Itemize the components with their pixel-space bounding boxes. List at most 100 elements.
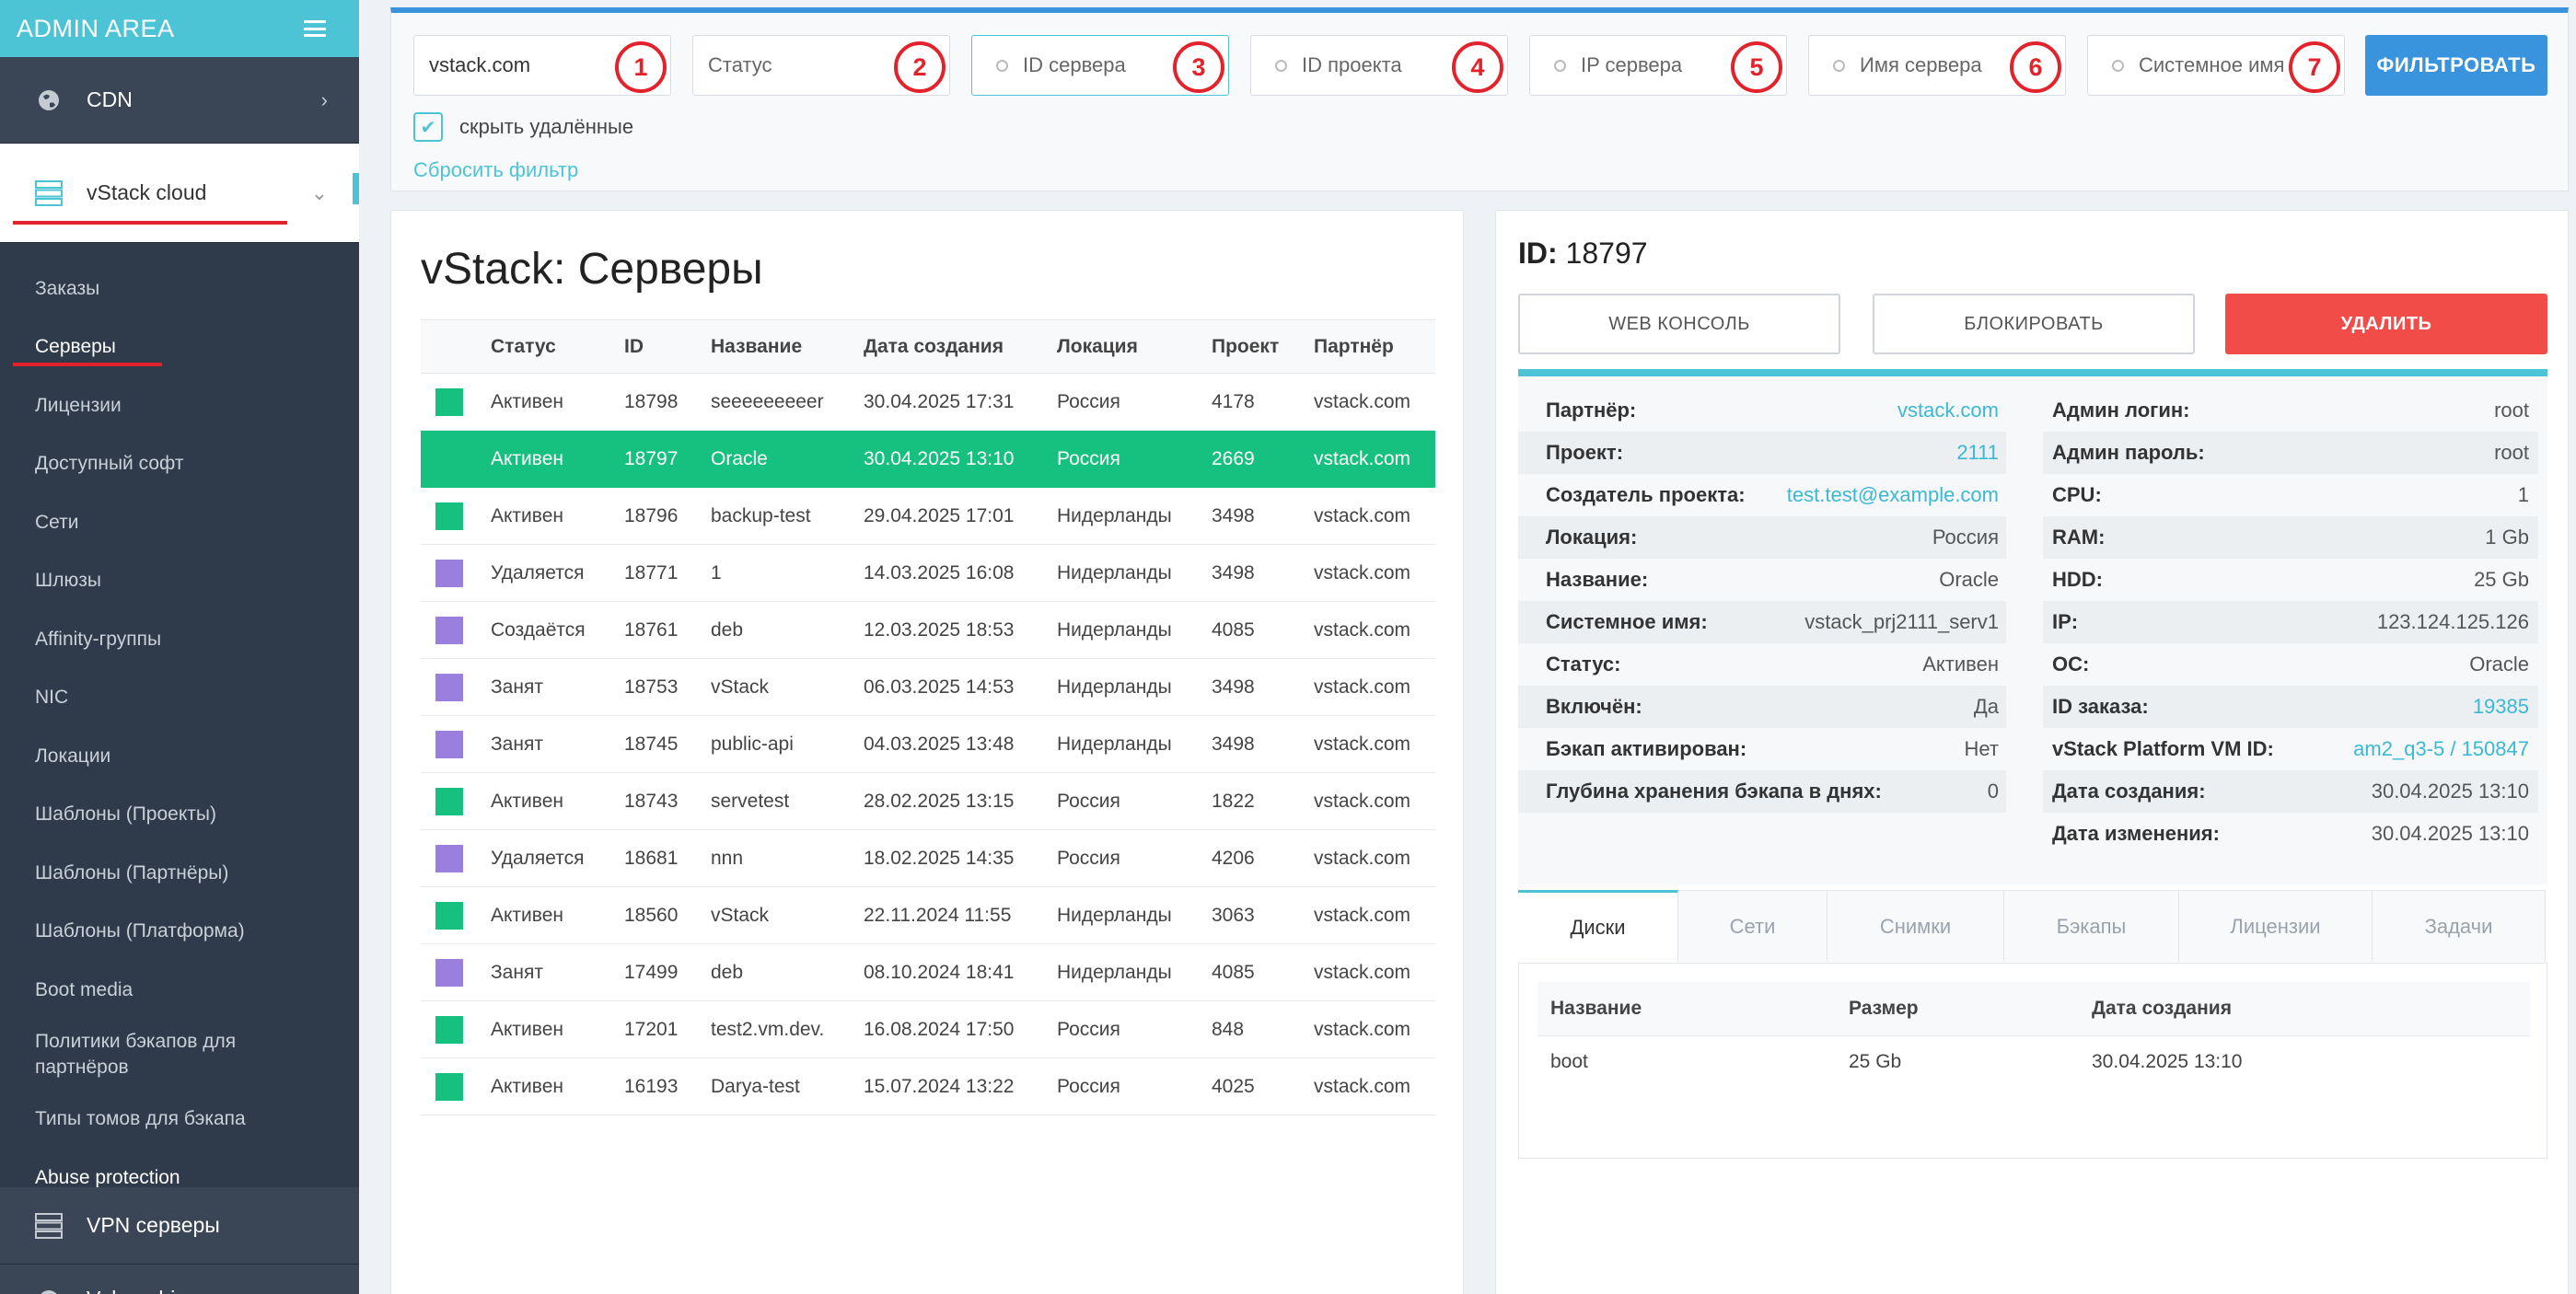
web-console-button[interactable]: WEB КОНСОЛЬ	[1518, 294, 1840, 354]
tab-4[interactable]: Лицензии	[2179, 890, 2373, 962]
detail-row: Локация: Россия	[1518, 516, 2006, 559]
sidebar-item[interactable]: NIC	[0, 669, 359, 728]
detail-row: Статус: Активен	[1518, 643, 2006, 686]
column-header[interactable]: Проект	[1197, 319, 1299, 374]
hide-deleted-label: скрыть удалённые	[459, 115, 634, 138]
cell-project: 4025	[1197, 1057, 1299, 1115]
column-header[interactable]: Партнёр	[1299, 319, 1435, 374]
detail-link[interactable]: vstack.com	[1897, 399, 1999, 422]
sidebar-item[interactable]: Boot media	[0, 961, 359, 1020]
tab-0[interactable]: Диски	[1518, 890, 1678, 962]
sidebar-item[interactable]: Шаблоны (Партнёры)	[0, 844, 359, 903]
annotation-badge: 3	[1173, 41, 1224, 93]
tab-3[interactable]: Бэкапы	[2004, 890, 2179, 962]
sidebar-menu: Заказы Серверы Лицензии Доступный софт Сети Ш…	[0, 243, 359, 1207]
table-row[interactable]: Активен 18796 backup-test 29.04.2025 17:01 Н…	[421, 487, 1435, 545]
cell-location: Нидерланды	[1042, 601, 1197, 659]
sidebar-item[interactable]: Шлюзы	[0, 552, 359, 611]
detail-link[interactable]: test.test@example.com	[1787, 483, 1999, 507]
sidebar-item-label: Политики бэкапов для партнёров	[35, 1031, 237, 1078]
detail-value: Россия	[1932, 526, 1999, 549]
table-row[interactable]: Занят 17499 deb 08.10.2024 18:41 Нидерланды 4…	[421, 943, 1435, 1001]
table-row[interactable]: Занят 18745 public-api 04.03.2025 13:48 Ниде…	[421, 715, 1435, 773]
hamburger-icon[interactable]	[304, 20, 326, 37]
detail-row: IP: 123.124.125.126	[2043, 601, 2538, 643]
globe-icon	[35, 87, 63, 114]
sidebar-item[interactable]: Шаблоны (Проекты)	[0, 786, 359, 845]
tab-5[interactable]: Задачи	[2373, 890, 2546, 962]
detail-link[interactable]: 2111	[1956, 441, 1999, 465]
reset-filter-link[interactable]: Сбросить фильтр	[413, 158, 578, 182]
detail-key: Название:	[1546, 568, 1649, 591]
details-right-column: Админ логин: root Админ пароль: root CPU: 1 RA…	[2043, 389, 2538, 855]
server-ip-filter-input[interactable]: IP сервера 5	[1529, 35, 1787, 96]
details-grid: Партнёр: vstack.com Проект: 2111 Создатель п…	[1518, 369, 2547, 884]
detail-row: Создатель проекта: test.test@example.com	[1518, 474, 2006, 516]
sidebar-item[interactable]: Локации	[0, 727, 359, 786]
server-details-panel: ID: 18797 WEB КОНСОЛЬ БЛОКИРОВАТЬ УДАЛИТ…	[1495, 210, 2569, 1294]
table-row[interactable]: Удаляется 18681 nnn 18.02.2025 14:35 Россия 4…	[421, 829, 1435, 887]
hide-deleted-checkbox[interactable]: ✔	[413, 112, 443, 142]
column-header[interactable]: Локация	[1042, 319, 1197, 374]
cell-created: 14.03.2025 16:08	[849, 544, 1042, 602]
cell-id: 18771	[609, 544, 696, 602]
column-header[interactable]: Название	[696, 319, 849, 374]
table-row[interactable]: Активен 18743 servetest 28.02.2025 13:15 Рос…	[421, 772, 1435, 830]
server-name-placeholder: Имя сервера	[1860, 53, 1982, 76]
table-row[interactable]: boot 25 Gb 30.04.2025 13:10	[1537, 1035, 2530, 1089]
detail-row: CPU: 1	[2043, 474, 2538, 516]
sidebar-section-partial[interactable]: Vulnerabi...	[0, 1265, 359, 1294]
status-filter-select[interactable]: Статус 2	[692, 35, 950, 96]
table-row[interactable]: Активен 18797 Oracle 30.04.2025 13:10 Россия…	[421, 430, 1435, 488]
server-ip-placeholder: IP сервера	[1581, 53, 1683, 76]
status-color-cell	[421, 943, 476, 1001]
table-row[interactable]: Активен 17201 test2.vm.dev. 16.08.2024 17:5…	[421, 1000, 1435, 1058]
cell-project: 3498	[1197, 544, 1299, 602]
sidebar-item[interactable]: Лицензии	[0, 376, 359, 435]
block-button[interactable]: БЛОКИРОВАТЬ	[1873, 294, 2195, 354]
column-header[interactable]: ID	[609, 319, 696, 374]
server-id-filter-input[interactable]: ID сервера 3	[971, 35, 1229, 96]
project-id-filter-input[interactable]: ID проекта 4	[1250, 35, 1508, 96]
cell-status: Удаляется	[476, 544, 609, 602]
cell-status: Активен	[476, 373, 609, 431]
sidebar-item[interactable]: Типы томов для бэкапа	[0, 1091, 359, 1150]
table-row[interactable]: Активен 18560 vStack 22.11.2024 11:55 Нидерл…	[421, 886, 1435, 944]
column-header[interactable]: Дата создания	[849, 319, 1042, 374]
cell-project: 3063	[1197, 886, 1299, 944]
sidebar-section-vpn[interactable]: VPN серверы	[0, 1187, 359, 1265]
sidebar-item[interactable]: Сети	[0, 493, 359, 552]
detail-link[interactable]: 19385	[2473, 695, 2529, 719]
filter-button[interactable]: ФИЛЬТРОВАТЬ	[2365, 35, 2547, 96]
sidebar-section-cdn[interactable]: CDN ›	[0, 57, 359, 144]
partner-filter-input[interactable]: vstack.com 1	[413, 35, 671, 96]
sidebar-item[interactable]: Политики бэкапов для партнёров	[0, 1020, 359, 1091]
column-header[interactable]: Статус	[476, 319, 609, 374]
detail-row: Админ логин: root	[2043, 389, 2538, 432]
status-filter-value: Статус	[708, 53, 772, 76]
sidebar-item[interactable]: Заказы	[0, 260, 359, 318]
delete-button[interactable]: УДАЛИТЬ	[2225, 294, 2547, 354]
table-row[interactable]: Создаётся 18761 deb 12.03.2025 18:53 Нидерла…	[421, 601, 1435, 659]
sidebar-item[interactable]: Шаблоны (Платформа)	[0, 903, 359, 962]
tab-2[interactable]: Снимки	[1828, 890, 2004, 962]
detail-key: Проект:	[1546, 441, 1624, 464]
table-row[interactable]: Активен 18798 seeeeeeeeer 30.04.2025 17:31 Р…	[421, 373, 1435, 431]
table-row[interactable]: Активен 16193 Darya-test 15.07.2024 13:22 Ро…	[421, 1057, 1435, 1115]
sidebar-item[interactable]: Доступный софт	[0, 435, 359, 494]
table-row[interactable]: Удаляется 18771 1 14.03.2025 16:08 Нидерланд…	[421, 544, 1435, 602]
detail-key: Дата изменения:	[2052, 822, 2220, 845]
table-row[interactable]: Занят 18753 vStack 06.03.2025 14:53 Нидерлан…	[421, 658, 1435, 716]
sidebar-section-vstack[interactable]: vStack cloud ⌄	[0, 144, 359, 243]
sidebar-item[interactable]: Affinity-группы	[0, 610, 359, 669]
cell-project: 4085	[1197, 943, 1299, 1001]
status-color-swatch	[435, 1072, 463, 1101]
detail-link[interactable]: am2_q3-5 / 150847	[2353, 737, 2529, 761]
detail-row: Включён: Да	[1518, 686, 2006, 728]
system-name-filter-input[interactable]: Системное имя 7	[2087, 35, 2345, 96]
tab-1[interactable]: Сети	[1678, 890, 1828, 962]
detail-key: Создатель проекта:	[1546, 483, 1746, 506]
cell-created: 22.11.2024 11:55	[849, 886, 1042, 944]
server-name-filter-input[interactable]: Имя сервера 6	[1808, 35, 2066, 96]
sidebar-item[interactable]: Серверы	[0, 318, 359, 377]
